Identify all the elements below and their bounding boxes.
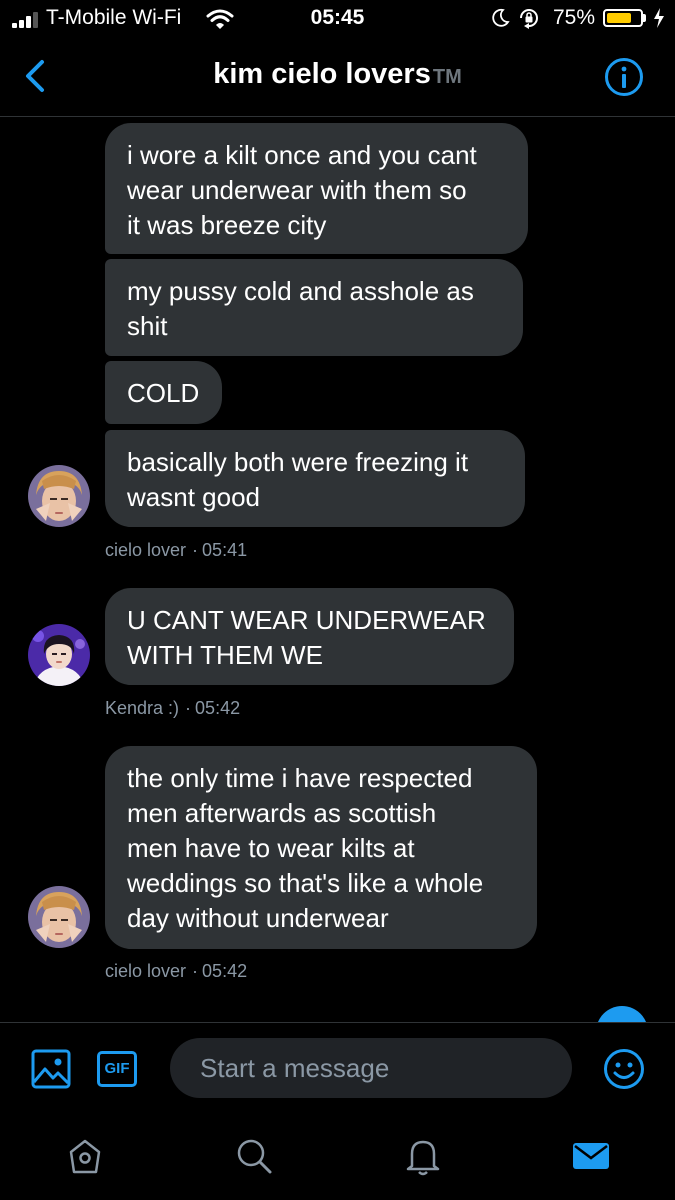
meta-separator: · — [192, 540, 199, 560]
dm-screen: T-Mobile Wi-Fi 05:45 75% kim cielo lover… — [0, 0, 675, 1200]
message-text: shit — [127, 311, 168, 341]
message-time: 05:42 — [202, 961, 248, 981]
search-icon[interactable] — [234, 1136, 274, 1176]
conversation-title[interactable]: kim cielo lovers TM — [0, 58, 675, 91]
battery-level — [607, 13, 631, 23]
conversation-name: kim cielo lovers — [213, 58, 431, 90]
conversation-header: kim cielo lovers TM — [0, 38, 675, 117]
info-icon[interactable] — [604, 57, 644, 97]
message-text: COLD — [127, 378, 200, 408]
message-text: men afterwards as scottish — [127, 798, 437, 828]
message-text: the only time i have respected — [127, 763, 473, 793]
meta-separator: · — [192, 961, 199, 981]
message-text: men have to wear kilts at — [127, 833, 415, 863]
battery-nub — [643, 14, 646, 22]
moon-icon — [492, 8, 510, 27]
message-text: my pussy cold and asshole as — [127, 276, 474, 306]
message-text: basically both were freezing it — [127, 447, 469, 477]
message-composer: GIF — [0, 1022, 675, 1119]
message-bubble[interactable]: i wore a kilt once and you cant wear und… — [105, 123, 528, 254]
message-text: U CANT WEAR UNDERWEAR — [127, 605, 486, 635]
message-time: 05:42 — [195, 698, 241, 718]
image-icon[interactable] — [31, 1049, 71, 1089]
message-time: 05:41 — [202, 540, 248, 560]
message-bubble[interactable]: the only time i have respected men after… — [105, 746, 537, 949]
message-text: it was breeze city — [127, 210, 327, 240]
message-text: day without underwear — [127, 903, 389, 933]
home-icon[interactable] — [65, 1136, 105, 1176]
message-bubble[interactable]: my pussy cold and asshole as shit — [105, 259, 523, 356]
avatar[interactable] — [28, 886, 90, 948]
gif-button[interactable]: GIF — [97, 1051, 137, 1087]
message-text: WITH THEM WE — [127, 640, 323, 670]
message-text: wear underwear with them so — [127, 175, 467, 205]
message-meta: Kendra :) · 05:42 — [105, 698, 240, 719]
message-input[interactable] — [170, 1038, 572, 1098]
messages-icon[interactable] — [571, 1136, 611, 1176]
sender-name: cielo lover — [105, 961, 187, 981]
message-meta: cielo lover · 05:42 — [105, 961, 247, 982]
tab-bar — [0, 1118, 675, 1200]
sender-name: cielo lover — [105, 540, 187, 560]
avatar[interactable] — [28, 465, 90, 527]
trademark-suffix: TM — [432, 66, 462, 88]
message-meta: cielo lover · 05:41 — [105, 540, 247, 561]
message-bubble[interactable]: basically both were freezing it wasnt go… — [105, 430, 525, 527]
status-bar: T-Mobile Wi-Fi 05:45 75% — [0, 0, 675, 38]
orientation-lock-icon — [520, 9, 538, 29]
emoji-icon[interactable] — [603, 1048, 645, 1090]
meta-separator: · — [185, 698, 192, 718]
message-bubble[interactable]: U CANT WEAR UNDERWEAR WITH THEM WE — [105, 588, 514, 685]
notifications-icon[interactable] — [403, 1136, 443, 1176]
charging-icon — [654, 8, 664, 28]
message-bubble[interactable]: COLD — [105, 361, 222, 424]
message-text: i wore a kilt once and you cant — [127, 140, 477, 170]
battery-icon — [603, 9, 643, 27]
message-text: weddings so that's like a whole — [127, 868, 484, 898]
avatar[interactable] — [28, 624, 90, 686]
sender-name: Kendra :) — [105, 698, 180, 718]
message-text: wasnt good — [127, 482, 260, 512]
battery-percent: 75% — [553, 6, 596, 29]
